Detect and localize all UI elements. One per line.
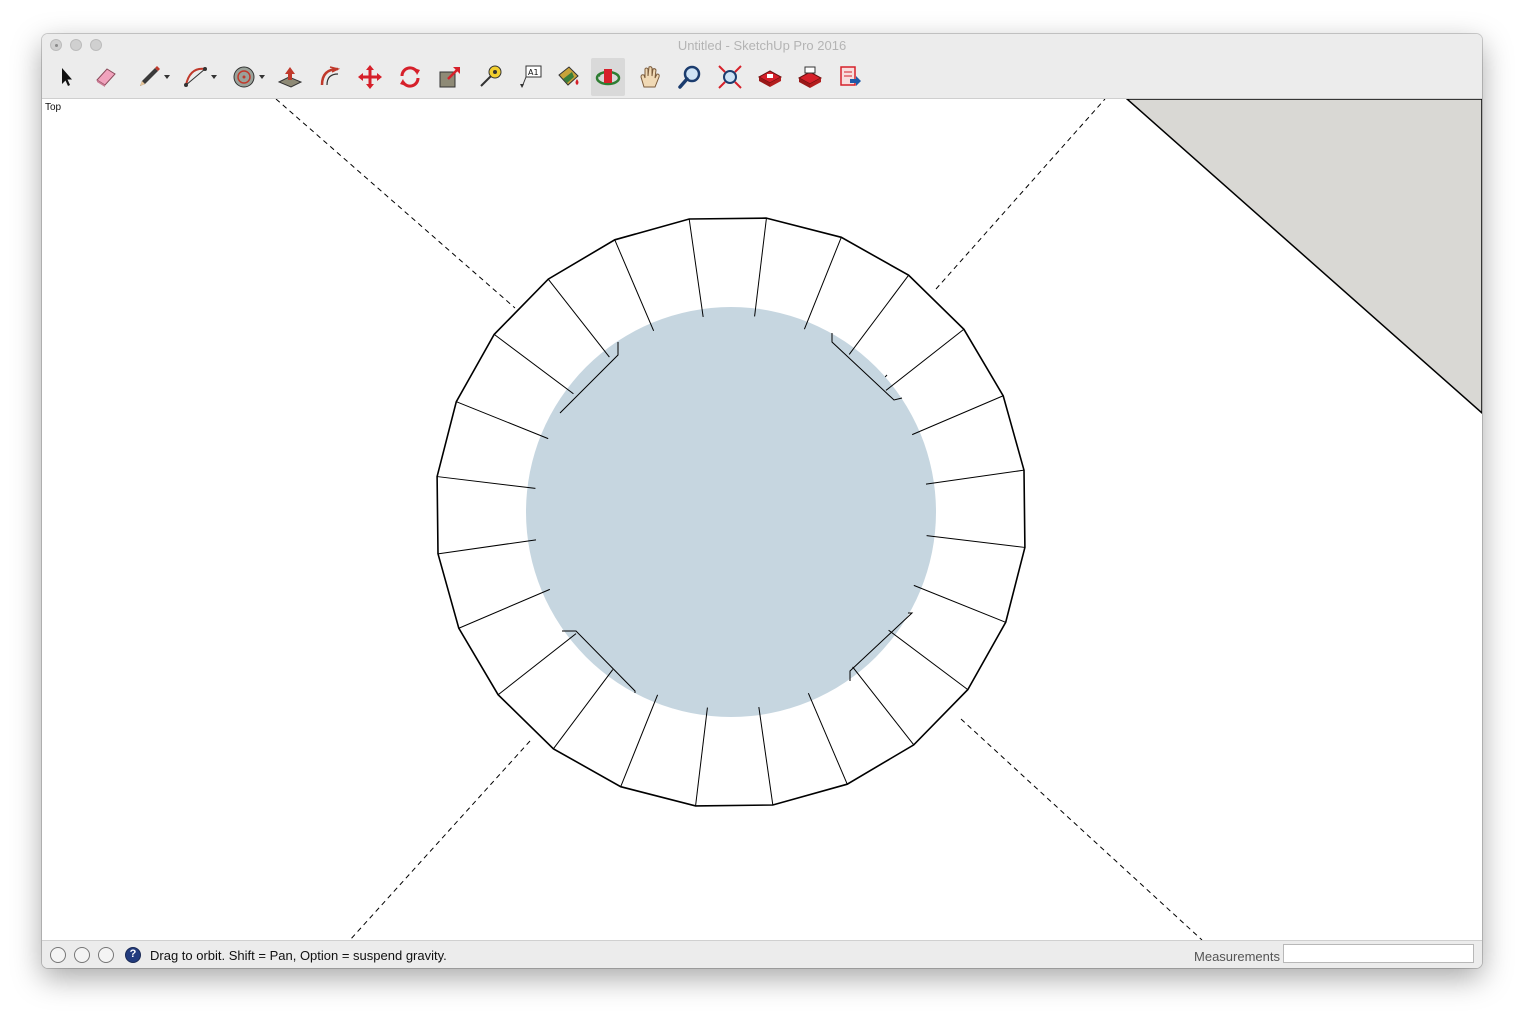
inner-disk-face (526, 307, 936, 717)
offset-icon (320, 66, 341, 86)
ring-segment-edge (911, 395, 1004, 436)
ring-segment-edge (437, 539, 537, 555)
model-scene[interactable] (42, 99, 1482, 940)
svg-text:A1: A1 (528, 68, 539, 77)
ground-plane (1125, 99, 1482, 415)
magnifier-icon (678, 65, 701, 89)
tape-measure-tool-button[interactable] (473, 58, 507, 96)
arc-icon (184, 67, 207, 87)
measurements-field[interactable] (1283, 944, 1474, 963)
ring-segment-edge (620, 694, 659, 787)
arc-tool-menu-caret[interactable] (211, 75, 217, 79)
arc-tool-button[interactable] (179, 58, 217, 96)
orbit-icon (595, 69, 621, 86)
extension-warehouse-button[interactable] (793, 58, 827, 96)
extension-warehouse-icon (797, 66, 823, 88)
getting-started-toolbar: A1 (42, 56, 1482, 99)
pencil-icon (140, 66, 160, 86)
line-tool-menu-caret[interactable] (164, 75, 170, 79)
ring-segment-edge (807, 692, 848, 785)
rotate-tool-button[interactable] (393, 58, 427, 96)
ring-segment-edge (458, 588, 551, 629)
text-label-icon: A1 (520, 65, 542, 88)
push-pull-icon (277, 67, 303, 88)
line-tool-button[interactable] (132, 58, 170, 96)
ring-segment-edge (688, 218, 704, 318)
offset-tool-button[interactable] (313, 58, 347, 96)
ring-segment-edge (493, 333, 574, 395)
sketchup-window: Untitled - SketchUp Pro 2016 A1 Top ? Dr… (42, 34, 1482, 968)
ring-segment-edge (758, 706, 774, 806)
credits-icon[interactable] (74, 947, 90, 963)
modeling-viewport[interactable]: Top (42, 99, 1482, 940)
text-tool-button[interactable]: A1 (513, 58, 547, 96)
geo-location-icon[interactable] (50, 947, 66, 963)
zoom-tool-button[interactable] (673, 58, 707, 96)
shapes-tool-menu-caret[interactable] (259, 75, 265, 79)
ring-segment-edge (803, 237, 842, 330)
ring-segment-edge (497, 633, 577, 696)
ring-segment-edge (885, 328, 965, 391)
ring-segment-edge (695, 707, 708, 806)
measurements-label: Measurements (1194, 949, 1280, 964)
hand-icon (640, 66, 660, 88)
ring-segment-edge (456, 401, 549, 440)
3d-warehouse-button[interactable] (753, 58, 787, 96)
move-icon (358, 65, 382, 89)
ring-segment-edge (926, 535, 1025, 548)
eraser-icon (96, 68, 116, 87)
push-pull-tool-button[interactable] (273, 58, 307, 96)
paint-bucket-icon (558, 66, 579, 86)
scale-icon (439, 67, 460, 88)
scale-tool-button[interactable] (433, 58, 467, 96)
ring-segment-edge (888, 629, 969, 691)
select-tool-button[interactable] (49, 58, 83, 96)
ring-segment-edge (754, 218, 767, 317)
window-title: Untitled - SketchUp Pro 2016 (677, 38, 847, 53)
ring-segment-edge (848, 274, 910, 355)
ring-segment-edge (614, 239, 655, 332)
circle-shape-icon (233, 66, 255, 88)
paint-bucket-tool-button[interactable] (551, 58, 585, 96)
orbit-tool-button[interactable] (591, 58, 625, 96)
zoom-extents-tool-button[interactable] (713, 58, 747, 96)
status-message: Drag to orbit. Shift = Pan, Option = sus… (150, 948, 447, 963)
user-account-icon[interactable] (98, 947, 114, 963)
ring-segment-edge (852, 666, 915, 746)
3d-warehouse-icon (757, 70, 783, 87)
send-to-layout-button[interactable] (833, 58, 867, 96)
select-arrow-icon (62, 68, 72, 86)
zoom-extents-icon (718, 65, 742, 89)
ring-segment-edge (437, 476, 536, 489)
ring-segment-edge (925, 469, 1025, 485)
help-icon[interactable]: ? (125, 947, 141, 963)
move-tool-button[interactable] (353, 58, 387, 96)
tape-measure-icon (480, 65, 502, 87)
ring-segment-edge (552, 669, 614, 750)
title-bar[interactable]: Untitled - SketchUp Pro 2016 (42, 34, 1482, 56)
status-bar: ? Drag to orbit. Shift = Pan, Option = s… (42, 940, 1482, 968)
pan-tool-button[interactable] (633, 58, 667, 96)
rotate-icon (400, 66, 420, 88)
shapes-tool-button[interactable] (227, 58, 265, 96)
scene-view-label: Top (45, 102, 62, 113)
ring-segment-edge (913, 584, 1006, 623)
eraser-tool-button[interactable] (89, 58, 123, 96)
send-to-layout-icon (840, 66, 861, 86)
ring-segment-edge (547, 278, 610, 358)
